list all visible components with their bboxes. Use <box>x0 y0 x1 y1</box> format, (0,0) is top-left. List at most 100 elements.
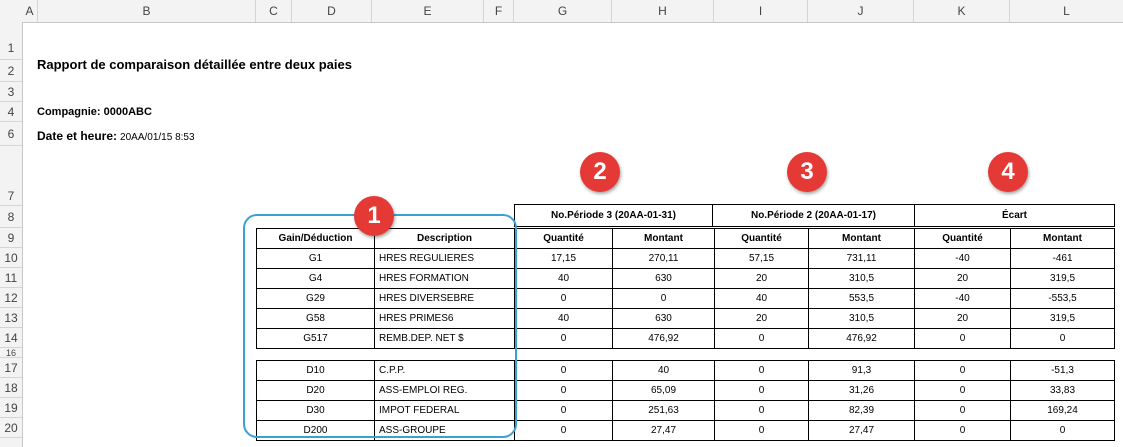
table-cell[interactable]: 319,5 <box>1010 308 1115 329</box>
row-header[interactable]: 18 <box>0 378 22 398</box>
table-cell[interactable]: 20 <box>914 268 1011 289</box>
table-cell[interactable]: -51,3 <box>1010 360 1115 381</box>
row-header[interactable]: 13 <box>0 308 22 328</box>
table-cell[interactable]: 82,39 <box>808 400 915 421</box>
column-header-h[interactable]: H <box>612 0 714 22</box>
table-cell[interactable]: 0 <box>514 380 613 401</box>
table-cell[interactable]: 0 <box>612 288 715 309</box>
table-cell[interactable]: 0 <box>714 380 809 401</box>
table-cell[interactable]: -40 <box>914 248 1011 269</box>
table-cell[interactable]: 27,47 <box>808 420 915 441</box>
row-header[interactable]: 2 <box>0 60 22 82</box>
table-cell[interactable]: 630 <box>612 268 715 289</box>
column-header-e[interactable]: E <box>372 0 484 22</box>
table-cell[interactable]: 40 <box>514 268 613 289</box>
row-header[interactable]: 1 <box>0 36 22 60</box>
row-header[interactable]: 11 <box>0 268 22 288</box>
table-cell[interactable]: 33,83 <box>1010 380 1115 401</box>
badge-3: 3 <box>787 152 827 192</box>
table-cell[interactable]: 27,47 <box>612 420 715 441</box>
table-cell[interactable]: 0 <box>1010 420 1115 441</box>
badge-4: 4 <box>988 152 1028 192</box>
datetime-label: Date et heure: 20AA/01/15 8:53 <box>37 129 195 143</box>
table-cell[interactable]: 319,5 <box>1010 268 1115 289</box>
period3-header[interactable]: No.Période 3 (20AA-01-31) <box>514 204 713 227</box>
table-cell[interactable]: 0 <box>514 328 613 349</box>
table-cell[interactable]: 0 <box>514 420 613 441</box>
table-cell[interactable]: 40 <box>514 308 613 329</box>
table-cell[interactable]: 20 <box>914 308 1011 329</box>
table-cell[interactable]: 0 <box>514 400 613 421</box>
table-cell[interactable]: 251,63 <box>612 400 715 421</box>
table-cell[interactable]: 0 <box>914 328 1011 349</box>
table-cell[interactable]: 20 <box>714 268 809 289</box>
datetime-value: 20AA/01/15 8:53 <box>120 132 195 143</box>
table-cell[interactable]: 0 <box>714 420 809 441</box>
row-header[interactable]: 20 <box>0 418 22 438</box>
row-header[interactable]: 14 <box>0 328 22 348</box>
table-cell[interactable]: 57,15 <box>714 248 809 269</box>
table-cell[interactable]: -461 <box>1010 248 1115 269</box>
amount-column-header[interactable]: Montant <box>612 228 715 249</box>
column-header-b[interactable]: B <box>38 0 256 22</box>
row-header-bar: 1 2 3 4 6 7 8 9 10 11 12 13 14 16 17 18 … <box>0 22 23 447</box>
table-cell[interactable]: 65,09 <box>612 380 715 401</box>
table-cell[interactable]: 40 <box>714 288 809 309</box>
row-header[interactable]: 16 <box>0 348 22 358</box>
row-header[interactable]: 17 <box>0 358 22 378</box>
table-cell[interactable]: -553,5 <box>1010 288 1115 309</box>
table-cell[interactable]: 40 <box>612 360 715 381</box>
ecart-header[interactable]: Écart <box>914 204 1115 227</box>
qty-column-header[interactable]: Quantité <box>514 228 613 249</box>
table-cell[interactable]: 0 <box>714 328 809 349</box>
row-header[interactable]: 6 <box>0 122 22 146</box>
column-header-i[interactable]: I <box>714 0 808 22</box>
row-header[interactable]: 10 <box>0 248 22 268</box>
column-header-k[interactable]: K <box>914 0 1010 22</box>
row-header[interactable]: 19 <box>0 398 22 418</box>
column-header-c[interactable]: C <box>256 0 292 22</box>
row-header[interactable]: 12 <box>0 288 22 308</box>
table-cell[interactable]: 270,11 <box>612 248 715 269</box>
column-header-a[interactable]: A <box>22 0 38 22</box>
table-cell[interactable]: 0 <box>714 400 809 421</box>
table-cell[interactable]: 476,92 <box>612 328 715 349</box>
amount-column-header[interactable]: Montant <box>1010 228 1115 249</box>
column-header-g[interactable]: G <box>514 0 612 22</box>
table-cell[interactable]: 31,26 <box>808 380 915 401</box>
column-header-l[interactable]: L <box>1010 0 1123 22</box>
table-cell[interactable]: 17,15 <box>514 248 613 269</box>
table-cell[interactable]: 0 <box>914 380 1011 401</box>
table-cell[interactable]: 0 <box>914 420 1011 441</box>
table-cell[interactable]: 0 <box>714 360 809 381</box>
table-cell[interactable]: 0 <box>514 360 613 381</box>
row-header[interactable]: 9 <box>0 228 22 248</box>
table-cell[interactable]: 0 <box>914 400 1011 421</box>
table-cell[interactable]: 630 <box>612 308 715 329</box>
qty-column-header[interactable]: Quantité <box>914 228 1011 249</box>
amount-column-header[interactable]: Montant <box>808 228 915 249</box>
table-cell[interactable]: 0 <box>914 360 1011 381</box>
table-cell[interactable]: 731,11 <box>808 248 915 269</box>
qty-column-header[interactable]: Quantité <box>714 228 809 249</box>
row-header[interactable]: 4 <box>0 102 22 122</box>
table-cell[interactable]: 0 <box>514 288 613 309</box>
column-header-j[interactable]: J <box>808 0 914 22</box>
table-cell[interactable]: 476,92 <box>808 328 915 349</box>
table-cell[interactable]: -40 <box>914 288 1011 309</box>
badge-2: 2 <box>580 152 620 192</box>
table-cell[interactable]: 169,24 <box>1010 400 1115 421</box>
row-header[interactable]: 7 <box>0 146 22 206</box>
callout-box <box>243 214 517 438</box>
table-cell[interactable]: 553,5 <box>808 288 915 309</box>
row-header[interactable]: 8 <box>0 206 22 228</box>
column-header-f[interactable]: F <box>484 0 514 22</box>
table-cell[interactable]: 310,5 <box>808 268 915 289</box>
table-cell[interactable]: 310,5 <box>808 308 915 329</box>
table-cell[interactable]: 0 <box>1010 328 1115 349</box>
table-cell[interactable]: 20 <box>714 308 809 329</box>
table-cell[interactable]: 91,3 <box>808 360 915 381</box>
period2-header[interactable]: No.Période 2 (20AA-01-17) <box>712 204 915 227</box>
column-header-d[interactable]: D <box>292 0 372 22</box>
row-header[interactable]: 3 <box>0 82 22 102</box>
